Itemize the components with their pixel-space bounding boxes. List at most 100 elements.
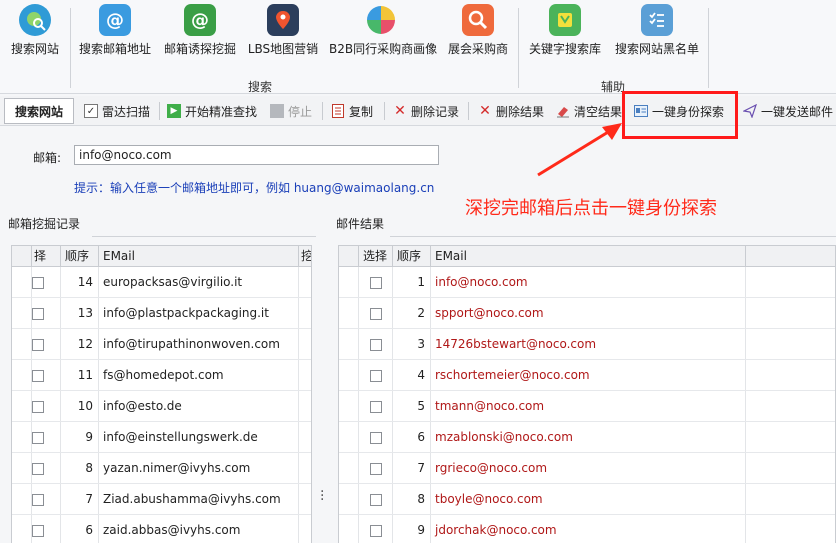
table-row[interactable]: 14 europacksas@virgilio.it [12, 267, 311, 298]
column-header-email[interactable]: EMail [99, 246, 299, 266]
search-website-button[interactable]: 搜索网站 [0, 4, 75, 57]
row-indicator [339, 360, 359, 390]
table-row[interactable]: 7 Ziad.abushamma@ivyhs.com [12, 484, 311, 515]
grid-header: 选择 顺序 EMail [339, 246, 835, 267]
row-checkbox[interactable] [369, 338, 382, 351]
row-order: 8 [61, 453, 99, 483]
table-row[interactable]: 3 14726bstewart@noco.com [339, 329, 835, 360]
row-checkbox[interactable] [32, 524, 44, 537]
email-probe-button[interactable]: @ 邮箱诱探挖掘 [160, 4, 240, 57]
column-header-select[interactable]: 择 [32, 246, 61, 266]
radar-scan-checkbox[interactable]: ✓ 雷达扫描 [84, 102, 150, 120]
ribbon-label: 邮箱诱探挖掘 [163, 42, 236, 56]
clear-results-button[interactable]: 清空结果 [556, 102, 622, 120]
row-checkbox[interactable] [369, 400, 382, 413]
table-row[interactable]: 9 info@einstellungswerk.de [12, 422, 311, 453]
row-indicator [12, 515, 32, 543]
table-row[interactable]: 10 info@esto.de [12, 391, 311, 422]
tab-search-website[interactable]: 搜索网站 [4, 98, 74, 124]
row-checkbox[interactable] [369, 493, 382, 506]
row-checkbox[interactable] [32, 431, 44, 444]
row-checkbox[interactable] [369, 462, 382, 475]
right-panel-title: 邮件结果 [336, 217, 385, 231]
table-row[interactable]: 8 yazan.nimer@ivyhs.com [12, 453, 311, 484]
radar-scan-label: 雷达扫描 [102, 104, 151, 119]
row-email: tboyle@noco.com [431, 484, 746, 514]
row-extra [299, 360, 311, 390]
search-email-button[interactable]: @ 搜索邮箱地址 [75, 4, 155, 57]
row-order: 10 [61, 391, 99, 421]
row-extra [299, 391, 311, 421]
row-select-cell [32, 298, 61, 328]
column-header-email[interactable]: EMail [431, 246, 746, 266]
lbs-map-button[interactable]: LBS地图营销 [243, 4, 323, 57]
row-checkbox[interactable] [32, 276, 44, 289]
row-email: spport@noco.com [431, 298, 746, 328]
table-row[interactable]: 6 mzablonski@noco.com [339, 422, 835, 453]
keyword-icon [549, 4, 581, 36]
row-checkbox[interactable] [32, 369, 44, 382]
row-checkbox[interactable] [32, 338, 44, 351]
identity-button-highlight [622, 91, 738, 139]
table-row[interactable]: 2 spport@noco.com [339, 298, 835, 329]
table-row[interactable]: 9 jdorchak@noco.com [339, 515, 835, 543]
ribbon-label: B2B同行采购商画像 [329, 42, 438, 56]
search-blacklist-button[interactable]: 搜索网站黑名单 [612, 4, 702, 57]
column-header-mine[interactable]: 挖 [299, 246, 311, 266]
send-email-button[interactable]: 一键发送邮件 [743, 102, 833, 120]
row-checkbox[interactable] [32, 493, 44, 506]
table-row[interactable]: 5 tmann@noco.com [339, 391, 835, 422]
start-search-button[interactable]: ▶ 开始精准查找 [167, 102, 257, 120]
table-row[interactable]: 12 info@tirupathinonwoven.com [12, 329, 311, 360]
table-row[interactable]: 4 rschortemeier@noco.com [339, 360, 835, 391]
row-checkbox[interactable] [369, 307, 382, 320]
row-checkbox[interactable] [32, 307, 44, 320]
table-row[interactable]: 8 tboyle@noco.com [339, 484, 835, 515]
map-pin-icon [267, 4, 299, 36]
table-row[interactable]: 1 info@noco.com [339, 267, 835, 298]
row-select-cell [32, 515, 61, 543]
row-checkbox[interactable] [32, 400, 44, 413]
row-order: 3 [393, 329, 431, 359]
table-row[interactable]: 11 fs@homedepot.com [12, 360, 311, 391]
row-email: yazan.nimer@ivyhs.com [99, 453, 299, 483]
splitter-handle[interactable]: · · · [320, 485, 324, 507]
row-checkbox[interactable] [32, 462, 44, 475]
exhibition-buyer-button[interactable]: 展会采购商 [438, 4, 518, 57]
at-icon: @ [99, 4, 131, 36]
column-header-order[interactable]: 顺序 [61, 246, 99, 266]
table-row[interactable]: 6 zaid.abbas@ivyhs.com [12, 515, 311, 543]
row-indicator [12, 422, 32, 452]
row-checkbox[interactable] [369, 431, 382, 444]
row-select-cell [359, 298, 393, 328]
table-row[interactable]: 7 rgrieco@noco.com [339, 453, 835, 484]
copy-button[interactable]: 复制 [331, 102, 373, 120]
row-email: fs@homedepot.com [99, 360, 299, 390]
column-header-order[interactable]: 顺序 [393, 246, 431, 266]
table-row[interactable]: 13 info@plastpackpackaging.it [12, 298, 311, 329]
row-order: 6 [61, 515, 99, 543]
row-order: 5 [393, 391, 431, 421]
delete-results-button[interactable]: ✕ 删除结果 [478, 102, 544, 120]
row-indicator [12, 484, 32, 514]
toolbar-divider [384, 102, 385, 120]
delete-records-button[interactable]: ✕ 删除记录 [393, 102, 459, 120]
clear-results-label: 清空结果 [574, 104, 623, 119]
keyword-library-button[interactable]: 关键字搜索库 [525, 4, 605, 57]
column-header-select[interactable]: 选择 [359, 246, 393, 266]
row-checkbox[interactable] [369, 276, 382, 289]
stop-button[interactable]: 停止 [270, 102, 312, 120]
email-input[interactable] [74, 145, 439, 165]
ribbon-label: 关键字搜索库 [528, 42, 601, 56]
row-checkbox[interactable] [369, 524, 382, 537]
row-indicator [12, 298, 32, 328]
row-select-cell [359, 422, 393, 452]
row-checkbox[interactable] [369, 369, 382, 382]
row-email: info@einstellungswerk.de [99, 422, 299, 452]
right-rows: 1 info@noco.com 2 spport@noco.com 3 14726bste… [339, 267, 835, 543]
row-order: 11 [61, 360, 99, 390]
b2b-buyer-profile-button[interactable]: B2B同行采购商画像 [329, 4, 438, 57]
row-indicator [12, 360, 32, 390]
column-header [12, 246, 32, 266]
row-email: info@esto.de [99, 391, 299, 421]
